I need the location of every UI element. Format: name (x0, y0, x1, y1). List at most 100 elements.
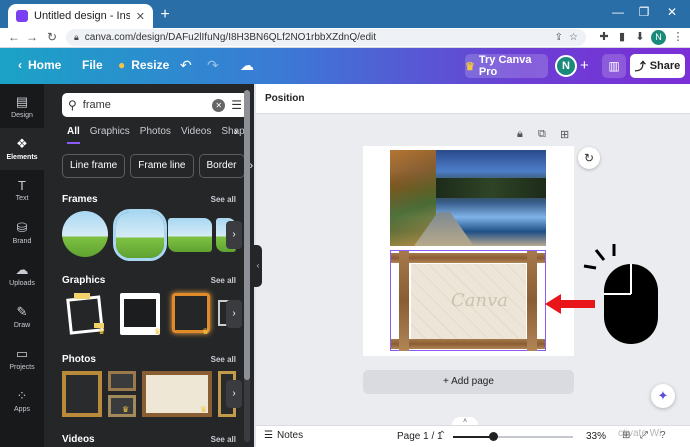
panel-scrollbar[interactable] (244, 90, 250, 442)
landscape-photo[interactable] (390, 150, 546, 246)
rail-item-draw[interactable]: ✎ Draw (0, 296, 44, 338)
share-label: Share (649, 60, 681, 72)
close-window-button[interactable]: ✕ (662, 5, 682, 19)
close-tab-icon[interactable]: ✕ (136, 10, 145, 23)
tab-videos[interactable]: Videos (181, 126, 211, 144)
rail-item-uploads[interactable]: ☁ Uploads (0, 254, 44, 296)
notes-button[interactable]: ☰ Notes (264, 430, 303, 441)
insights-chart-icon[interactable]: ▥ (602, 54, 626, 78)
restore-window-button[interactable]: ❐ (634, 5, 654, 19)
rail-item-apps[interactable]: ⁘ Apps (0, 380, 44, 422)
small-frame-photo[interactable] (108, 371, 136, 391)
position-button[interactable]: Position (265, 93, 304, 104)
share-page-icon[interactable]: ⇪ (555, 32, 563, 43)
frame-photo-area (124, 299, 156, 327)
user-avatar[interactable]: N (555, 55, 577, 77)
crown-icon: ♛ (154, 327, 162, 336)
zoom-slider[interactable] (453, 432, 573, 441)
rail-item-brand[interactable]: ⛁ Brand (0, 212, 44, 254)
chip-line-frame[interactable]: Line frame (62, 154, 126, 178)
rail-item-text[interactable]: T Text (0, 170, 44, 212)
resize-button[interactable]: ● Resize (118, 58, 169, 72)
clear-search-icon[interactable]: ✕ (212, 98, 226, 112)
see-all-link[interactable]: See all (211, 276, 236, 285)
browser-toolbar: ← → ↻ 🔒︎ canva.com/design/DAFu2lIfuNg/I8… (0, 28, 690, 48)
new-tab-button[interactable]: + (156, 6, 174, 24)
page-view-icon[interactable]: ⌃ (438, 430, 446, 441)
chevron-right-icon[interactable]: › (226, 300, 242, 328)
undo-icon[interactable]: ↶ (180, 57, 192, 74)
redo-icon[interactable]: ↷ (207, 57, 219, 74)
try-canva-pro-button[interactable]: ♛ Try Canva Pro (465, 54, 548, 78)
wave-frame-item[interactable] (168, 218, 212, 252)
design-icon: ▤ (15, 94, 29, 109)
chip-frame-line[interactable]: Frame line (130, 154, 194, 178)
zoom-slider-thumb[interactable] (489, 432, 498, 441)
category-tabs: All Graphics Photos Videos Shapes (67, 126, 247, 144)
chevron-right-icon[interactable]: › (226, 221, 242, 249)
add-page-icon[interactable]: ⊞ (560, 128, 569, 141)
duplicate-page-icon[interactable]: ⧉ (538, 128, 546, 141)
frame-left-bar (399, 251, 409, 351)
chevron-right-icon[interactable]: › (234, 126, 238, 138)
chrome-menu-icon[interactable]: ⋮ (670, 30, 686, 43)
invite-plus-icon[interactable]: + (580, 57, 589, 74)
see-all-link[interactable]: See all (211, 355, 236, 364)
graphics-section-header: Graphics See all (62, 275, 236, 286)
downloads-icon[interactable]: ⬇ (632, 30, 648, 43)
side-panel-icon[interactable]: ▮ (614, 30, 630, 43)
address-bar[interactable]: 🔒︎ canva.com/design/DAFu2lIfuNg/I8H3BN6Q… (66, 29, 586, 46)
reload-button[interactable]: ↻ (44, 30, 60, 44)
extensions-puzzle-icon[interactable]: ✚ (596, 30, 612, 43)
notes-icon: ☰ (264, 430, 273, 441)
section-title: Videos (62, 434, 95, 445)
projects-icon: ▭ (15, 346, 29, 361)
rail-label: Text (15, 195, 29, 202)
file-menu-button[interactable]: File (82, 58, 103, 72)
crown-icon: ♛ (200, 405, 208, 414)
rail-item-elements[interactable]: ❖ Elements (0, 128, 44, 170)
refresh-icon[interactable]: ↻ (578, 147, 600, 169)
forward-button[interactable]: → (24, 30, 40, 44)
share-button[interactable]: ⤴ Share (630, 54, 685, 78)
frames-section-header: Frames See all (62, 194, 236, 205)
tab-photos[interactable]: Photos (140, 126, 171, 144)
rail-item-projects[interactable]: ▭ Projects (0, 338, 44, 380)
gold-frame-photo[interactable] (62, 371, 102, 417)
magic-sparkle-icon[interactable]: ✦ (651, 384, 675, 408)
scrollbar-thumb[interactable] (244, 90, 250, 380)
activate-windows-watermark: ctivate Wi (618, 428, 662, 439)
bookmark-star-icon[interactable]: ☆ (569, 32, 578, 43)
chevron-right-icon[interactable]: › (250, 154, 254, 178)
browser-tab[interactable]: Untitled design - Instagram Post ✕ (8, 4, 153, 28)
rail-item-design[interactable]: ▤ Design (0, 86, 44, 128)
see-all-link[interactable]: See all (211, 435, 236, 444)
home-button[interactable]: ‹ Home (18, 58, 61, 72)
search-input[interactable] (82, 99, 207, 111)
crown-icon: ♛ (98, 327, 106, 336)
see-all-link[interactable]: See all (211, 195, 236, 204)
cloud-save-icon[interactable]: ☁ (240, 57, 254, 74)
elements-search[interactable]: ⚲ ✕ ☰ (62, 93, 248, 117)
canva-favicon-icon (16, 10, 28, 22)
scalloped-frame-item[interactable] (116, 212, 164, 258)
zoom-level[interactable]: 33% (586, 431, 606, 442)
crown-icon: ● (118, 58, 126, 72)
page-indicator[interactable]: Page 1 / 1 (397, 431, 443, 442)
chrome-profile-avatar[interactable]: N (651, 30, 666, 45)
tab-graphics[interactable]: Graphics (90, 126, 130, 144)
back-button[interactable]: ← (6, 30, 22, 44)
chip-border[interactable]: Border (198, 154, 245, 178)
add-page-button[interactable]: + Add page (363, 370, 574, 394)
minimize-window-button[interactable]: — (608, 5, 628, 19)
videos-section-header: Videos See all (62, 434, 236, 445)
wooden-frame-element[interactable]: Canva (390, 250, 546, 351)
rail-label: Design (11, 112, 33, 119)
apps-icon: ⁘ (16, 388, 28, 403)
collapse-panel-handle[interactable]: ‹ (254, 245, 262, 287)
chevron-right-icon[interactable]: › (226, 380, 242, 408)
filter-icon[interactable]: ☰ (231, 98, 242, 112)
circle-frame-item[interactable] (62, 211, 108, 257)
tab-all[interactable]: All (67, 126, 80, 144)
lock-icon[interactable]: 🔒︎ (517, 128, 523, 141)
